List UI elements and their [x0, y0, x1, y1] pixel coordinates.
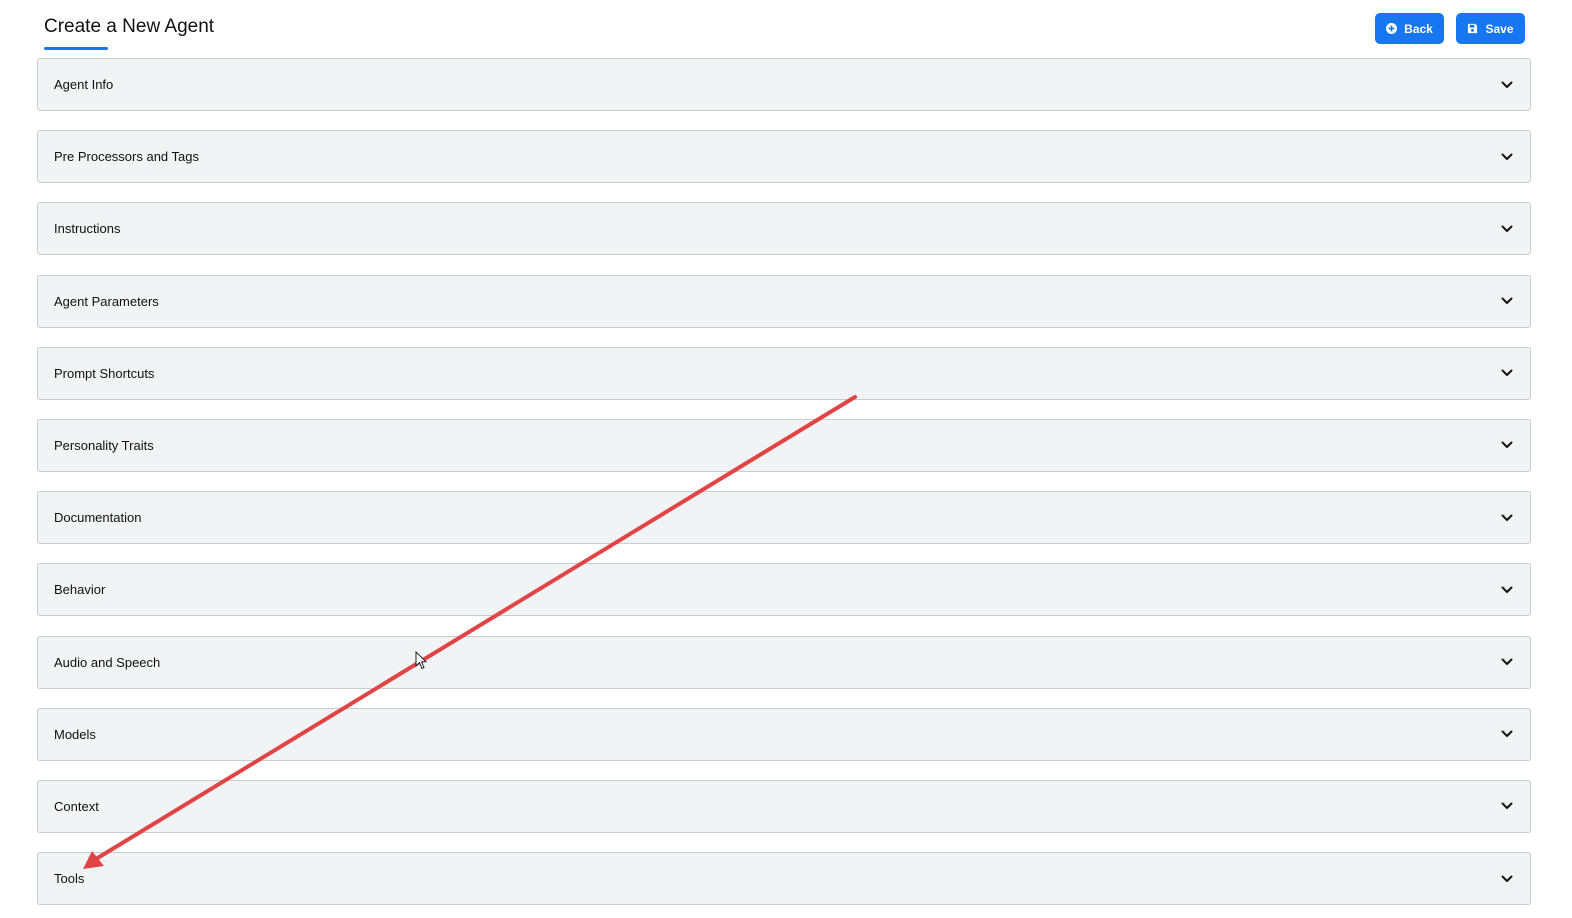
chevron-down-icon — [1501, 584, 1513, 596]
chevron-down-icon — [1501, 223, 1513, 235]
section-instructions[interactable]: Instructions — [37, 202, 1531, 256]
chevron-down-icon — [1501, 367, 1513, 379]
section-label: Prompt Shortcuts — [54, 365, 155, 381]
section-agent-info[interactable]: Agent Info — [37, 58, 1531, 111]
section-label: Context — [54, 798, 99, 814]
create-agent-page: Create a New Agent Back Save Agent Info … — [0, 0, 1572, 918]
section-audio-and-speech[interactable]: Audio and Speech — [37, 635, 1531, 689]
section-personality-traits[interactable]: Personality Traits — [37, 418, 1531, 472]
chevron-down-icon — [1501, 512, 1513, 524]
section-agent-parameters[interactable]: Agent Parameters — [37, 274, 1531, 328]
section-prompt-shortcuts[interactable]: Prompt Shortcuts — [37, 346, 1531, 400]
section-tools[interactable]: Tools — [37, 852, 1531, 906]
section-label: Models — [54, 726, 96, 742]
page-header: Create a New Agent Back Save — [0, 0, 1572, 56]
section-label: Agent Info — [54, 77, 114, 92]
section-label: Documentation — [54, 510, 142, 526]
section-label: Behavior — [54, 582, 106, 598]
save-button[interactable]: Save — [1456, 13, 1525, 44]
chevron-down-icon — [1501, 728, 1513, 740]
section-label: Personality Traits — [54, 437, 154, 453]
section-label: Pre Processors and Tags — [54, 149, 199, 165]
section-context[interactable]: Context — [37, 779, 1531, 833]
section-label: Agent Parameters — [54, 293, 159, 309]
agent-sections-accordion: Agent Info Pre Processors and Tags Instr… — [37, 58, 1531, 918]
section-documentation[interactable]: Documentation — [37, 491, 1531, 545]
title-underline — [44, 47, 108, 50]
chevron-down-icon — [1501, 79, 1513, 91]
chevron-down-icon — [1501, 295, 1513, 307]
save-button-label: Save — [1485, 21, 1514, 36]
floppy-disk-icon — [1467, 23, 1478, 34]
chevron-down-icon — [1501, 800, 1513, 812]
back-button[interactable]: Back — [1375, 13, 1444, 44]
section-pre-processors-and-tags[interactable]: Pre Processors and Tags — [37, 130, 1531, 184]
chevron-down-icon — [1501, 151, 1513, 163]
chevron-down-icon — [1501, 439, 1513, 451]
back-button-label: Back — [1404, 21, 1433, 36]
page-title: Create a New Agent — [44, 16, 215, 37]
section-label: Tools — [54, 871, 85, 887]
section-label: Instructions — [54, 221, 121, 237]
section-models[interactable]: Models — [37, 707, 1531, 761]
section-label: Audio and Speech — [54, 654, 161, 670]
section-behavior[interactable]: Behavior — [37, 563, 1531, 617]
plus-circle-icon — [1386, 23, 1398, 34]
chevron-down-icon — [1501, 873, 1513, 885]
chevron-down-icon — [1501, 656, 1513, 668]
